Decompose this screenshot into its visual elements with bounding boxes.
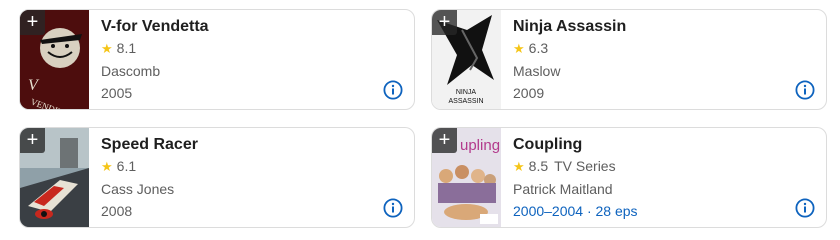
star-icon: ★ (101, 41, 113, 56)
release-year: 2009 (513, 85, 545, 101)
credit-name: Maslow (513, 63, 561, 79)
info-icon[interactable] (795, 80, 815, 100)
poster-text: upling (460, 137, 500, 154)
poster-text-line2: ASSASSIN (448, 98, 483, 105)
title-card[interactable]: V VENDETTA + V-for Vendetta ★8.1 Dascomb… (19, 9, 415, 110)
poster-image[interactable]: + (20, 128, 89, 227)
release-year: 2008 (101, 203, 133, 219)
rating-row: ★ 6.1 (101, 156, 374, 177)
rating-value: 6.3 (528, 40, 549, 56)
info-icon[interactable] (383, 80, 403, 100)
credit-name: Patrick Maitland (513, 181, 613, 197)
rating-value: 8.5 (528, 158, 549, 174)
add-to-watchlist-button[interactable]: + (20, 128, 45, 153)
episode-info-link[interactable]: 2000–2004 · 28 eps (513, 201, 786, 221)
star-icon: ★ (101, 159, 113, 174)
add-to-watchlist-button[interactable]: + (432, 128, 457, 153)
poster-text-line1: NINJA (456, 89, 477, 96)
add-to-watchlist-button[interactable]: + (20, 10, 45, 35)
title-type: TV Series (554, 158, 616, 174)
add-to-watchlist-button[interactable]: + (432, 10, 457, 35)
release-year: 2005 (101, 85, 133, 101)
title[interactable]: Ninja Assassin (513, 16, 786, 38)
rating-row: ★ 6.3 (513, 38, 786, 59)
title[interactable]: Speed Racer (101, 134, 374, 156)
credit-name: Dascomb (101, 63, 161, 79)
rating-row: ★ 8.5 TV Series (513, 156, 786, 177)
rating-row: ★ 8.1 (101, 38, 374, 59)
title-card[interactable]: + Speed Racer ★ 6.1 Cass Jones 2008 (19, 127, 415, 228)
title-card[interactable]: NINJA ASSASSIN + Ninja Assassin ★ 6.3 Mas… (431, 9, 827, 110)
star-icon: ★ (513, 159, 525, 174)
rating-value: 8.1 (116, 40, 137, 56)
poster-image[interactable]: NINJA ASSASSIN + (432, 10, 501, 109)
title[interactable]: V-for Vendetta (101, 16, 374, 38)
poster-image[interactable]: upling + (432, 128, 501, 227)
info-icon[interactable] (383, 198, 403, 218)
poster-image[interactable]: V VENDETTA + (20, 10, 89, 109)
title-card[interactable]: upling + Coupling ★ 8.5 TV Series Patrick … (431, 127, 827, 228)
credit-name: Cass Jones (101, 181, 175, 197)
star-icon: ★ (513, 41, 525, 56)
rating-value: 6.1 (116, 158, 137, 174)
info-icon[interactable] (795, 198, 815, 218)
title[interactable]: Coupling (513, 134, 786, 156)
